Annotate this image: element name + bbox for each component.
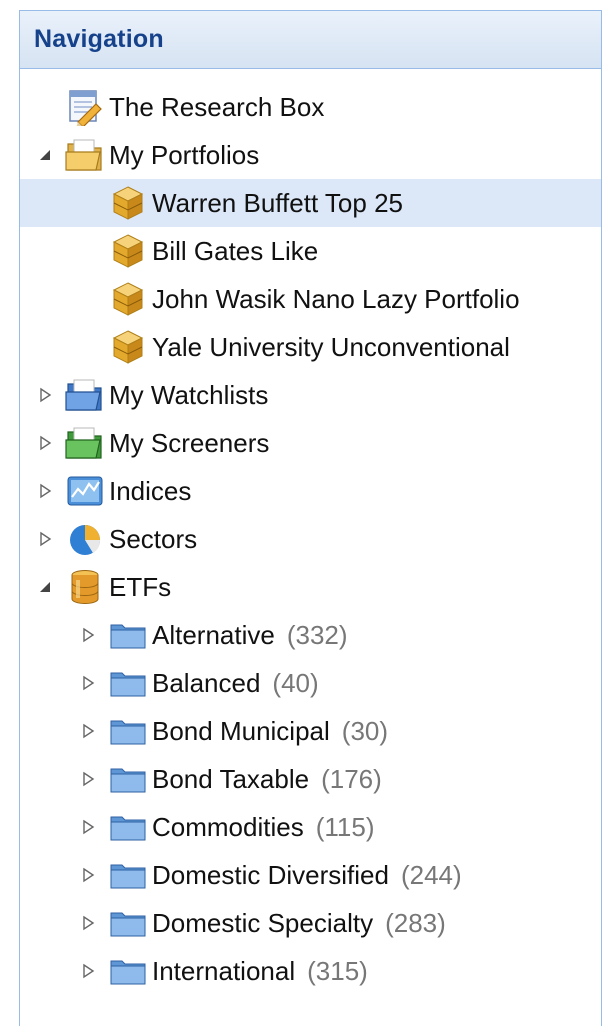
collapse-arrow-icon[interactable] [77, 960, 99, 982]
folder-open-icon [65, 135, 105, 175]
screener-folder-icon [65, 423, 105, 463]
collapse-arrow-icon[interactable] [77, 864, 99, 886]
tree-item-label: Sectors [109, 523, 198, 554]
collapse-arrow-icon[interactable] [34, 384, 56, 406]
folder-icon [108, 663, 148, 703]
etf-category-item[interactable]: Alternative (332) [20, 611, 601, 659]
etf-category-count: (244) [400, 859, 462, 890]
database-icon [65, 567, 105, 607]
portfolio-label: Yale University Unconventional [152, 331, 510, 362]
etf-category-label: Domestic Specialty [152, 907, 374, 938]
etf-category-label: International [152, 955, 296, 986]
collapse-arrow-icon[interactable] [34, 528, 56, 550]
collapse-arrow-icon[interactable] [77, 912, 99, 934]
etf-category-count: (315) [307, 955, 368, 986]
folder-icon [108, 615, 148, 655]
etf-category-item[interactable]: International (315) [20, 947, 601, 995]
portfolio-cube-icon [108, 279, 148, 319]
portfolio-item[interactable]: Yale University Unconventional [20, 323, 601, 371]
tree-item-label: My Watchlists [109, 379, 269, 410]
collapse-arrow-icon[interactable] [77, 768, 99, 790]
portfolio-cube-icon [108, 327, 148, 367]
collapse-arrow-icon[interactable] [77, 624, 99, 646]
collapse-arrow-icon[interactable] [34, 480, 56, 502]
panel-header: Navigation [20, 11, 601, 69]
tree-item-label: My Screeners [109, 427, 270, 458]
expand-arrow-icon[interactable] [34, 144, 56, 166]
etf-category-count: (30) [341, 715, 389, 746]
collapse-arrow-icon[interactable] [77, 720, 99, 742]
portfolio-label: Bill Gates Like [152, 235, 319, 266]
tree-item-label: ETFs [109, 571, 172, 602]
watchlist-folder-icon [65, 375, 105, 415]
portfolio-item[interactable]: Bill Gates Like [20, 227, 601, 275]
portfolio-cube-icon [108, 183, 148, 223]
etf-category-item[interactable]: Domestic Specialty (283) [20, 899, 601, 947]
portfolio-cube-icon [108, 231, 148, 271]
portfolio-item[interactable]: John Wasik Nano Lazy Portfolio [20, 275, 601, 323]
etf-category-count: (115) [315, 811, 375, 842]
etf-category-count: (283) [385, 907, 446, 938]
tree-item-research-box[interactable]: The Research Box [20, 83, 601, 131]
panel-title: Navigation [34, 25, 164, 53]
etf-category-label: Commodities [152, 811, 304, 842]
tree-item-indices[interactable]: Indices [20, 467, 601, 515]
portfolio-label: Warren Buffett Top 25 [152, 187, 403, 218]
etf-category-item[interactable]: Domestic Diversified (244) [20, 851, 601, 899]
navigation-panel: Navigation The Research Box My Portfolio… [19, 10, 602, 1026]
folder-icon [108, 807, 148, 847]
tree-item-sectors[interactable]: Sectors [20, 515, 601, 563]
navigation-tree: The Research Box My Portfolios Warren Bu… [20, 69, 601, 1026]
tree-item-label: Indices [109, 475, 192, 506]
etf-category-label: Balanced [152, 667, 261, 698]
folder-icon [108, 951, 148, 991]
folder-icon [108, 903, 148, 943]
etf-category-item[interactable]: Balanced (40) [20, 659, 601, 707]
collapse-arrow-icon[interactable] [77, 816, 99, 838]
etf-category-item[interactable]: Commodities (115) [20, 803, 601, 851]
etf-category-item[interactable]: Bond Municipal (30) [20, 707, 601, 755]
tree-item-label: The Research Box [109, 91, 325, 122]
etf-category-label: Bond Taxable [152, 763, 310, 794]
folder-icon [108, 759, 148, 799]
etf-category-count: (176) [321, 763, 382, 794]
tree-item-etfs[interactable]: ETFs [20, 563, 601, 611]
collapse-arrow-icon[interactable] [34, 432, 56, 454]
etf-category-label: Bond Municipal [152, 715, 330, 746]
etf-category-label: Domestic Diversified [152, 859, 389, 890]
collapse-arrow-icon[interactable] [77, 672, 99, 694]
etf-category-label: Alternative [152, 619, 275, 650]
folder-icon [108, 855, 148, 895]
pie-chart-icon [65, 519, 105, 559]
tree-item-my-screeners[interactable]: My Screeners [20, 419, 601, 467]
etf-category-count: (40) [272, 667, 319, 698]
portfolio-item[interactable]: Warren Buffett Top 25 [20, 179, 601, 227]
tree-item-my-portfolios[interactable]: My Portfolios [20, 131, 601, 179]
expand-arrow-icon[interactable] [34, 576, 56, 598]
tree-item-my-watchlists[interactable]: My Watchlists [20, 371, 601, 419]
line-chart-icon [65, 471, 105, 511]
portfolio-label: John Wasik Nano Lazy Portfolio [152, 283, 520, 314]
etf-category-count: (332) [286, 619, 348, 650]
etf-category-item[interactable]: Bond Taxable (176) [20, 755, 601, 803]
folder-icon [108, 711, 148, 751]
tree-item-label: My Portfolios [109, 139, 260, 170]
research-box-icon [65, 87, 105, 127]
